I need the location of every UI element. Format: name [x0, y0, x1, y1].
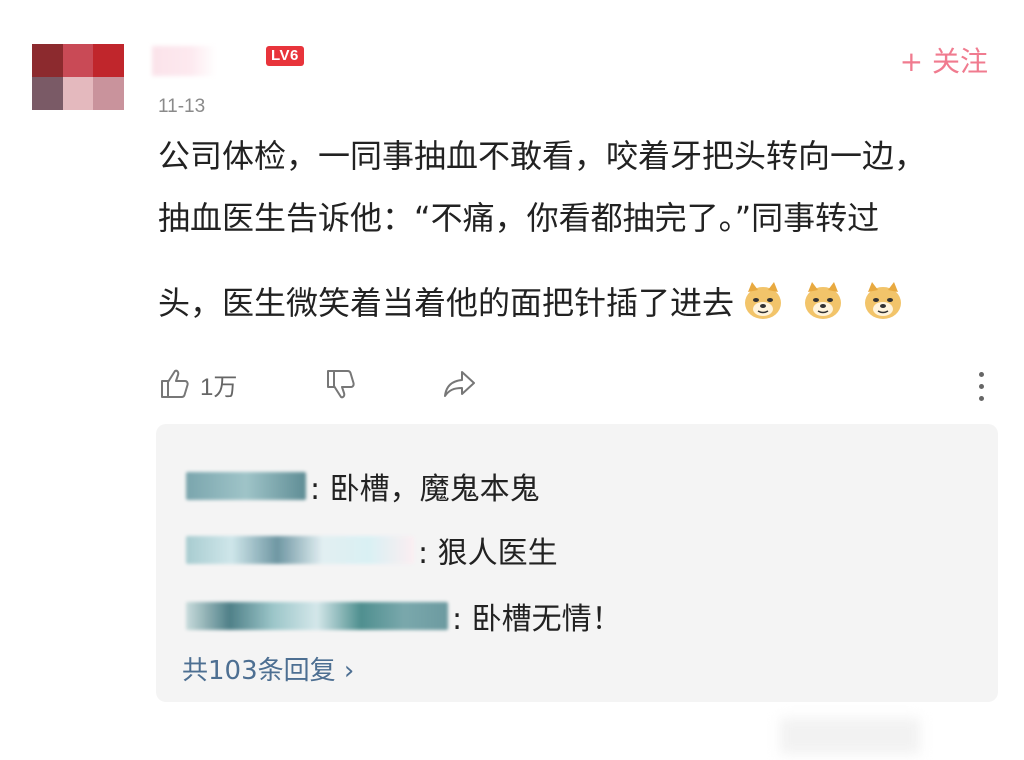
action-bar: 1万: [158, 366, 994, 410]
level-badge: LV6: [266, 46, 304, 66]
blurred-area: [780, 718, 920, 754]
username-blurred[interactable]: [152, 46, 216, 76]
doge-emoji: [745, 282, 782, 319]
share-icon: [444, 371, 475, 397]
like-button[interactable]: 1万: [158, 366, 237, 402]
more-vertical-icon[interactable]: [976, 372, 986, 406]
post-content: 公司体检，一同事抽血不敢看，咬着牙把头转向一边， 抽血医生告诉他：“不痛，你看都…: [158, 140, 958, 346]
reply-text: : 卧槽，魔鬼本鬼: [310, 472, 540, 507]
avatar-tile: [32, 44, 63, 77]
thumbs-down-icon: [327, 370, 355, 399]
chevron-right-icon: ›: [343, 656, 355, 686]
reply-author-blurred[interactable]: [186, 536, 414, 564]
share-button[interactable]: [442, 366, 478, 402]
thumbs-up-icon: [161, 369, 189, 398]
doge-emoji: [805, 282, 842, 319]
dislike-button[interactable]: [324, 366, 360, 402]
avatar-tile: [93, 77, 124, 110]
reply-text: : 狠人医生: [418, 536, 558, 571]
reply-author-blurred[interactable]: [186, 602, 448, 630]
reply-item[interactable]: : 狠人医生: [186, 530, 558, 571]
reply-item[interactable]: : 卧槽无情！: [186, 596, 622, 637]
total-replies-label: 共103条回复: [182, 656, 336, 686]
reply-item[interactable]: : 卧槽，魔鬼本鬼: [186, 466, 540, 507]
avatar-tile: [32, 77, 63, 110]
post-line: 头，医生微笑着当着他的面把针插了进去: [158, 282, 958, 346]
post-line: 抽血医生告诉他：“不痛，你看都抽完了。”同事转过: [158, 199, 880, 237]
avatar[interactable]: [32, 44, 124, 110]
follow-button[interactable]: + 关注: [900, 44, 988, 80]
reply-author-blurred[interactable]: [186, 472, 306, 500]
avatar-tile: [62, 44, 94, 77]
post-line-text: 头，医生微笑着当着他的面把针插了进去: [158, 284, 735, 322]
doge-emoji: [865, 282, 902, 319]
avatar-tile: [62, 77, 94, 110]
post-date: 11-13: [158, 96, 206, 117]
reply-text: : 卧槽无情！: [452, 602, 622, 637]
view-all-replies-link[interactable]: 共103条回复 ›: [182, 650, 354, 687]
like-count: 1万: [200, 373, 238, 401]
post-line: 公司体检，一同事抽血不敢看，咬着牙把头转向一边，: [158, 137, 927, 175]
replies-panel: : 卧槽，魔鬼本鬼 : 狠人医生 : 卧槽无情！ 共103条回复 ›: [156, 424, 998, 702]
avatar-tile: [93, 44, 124, 77]
